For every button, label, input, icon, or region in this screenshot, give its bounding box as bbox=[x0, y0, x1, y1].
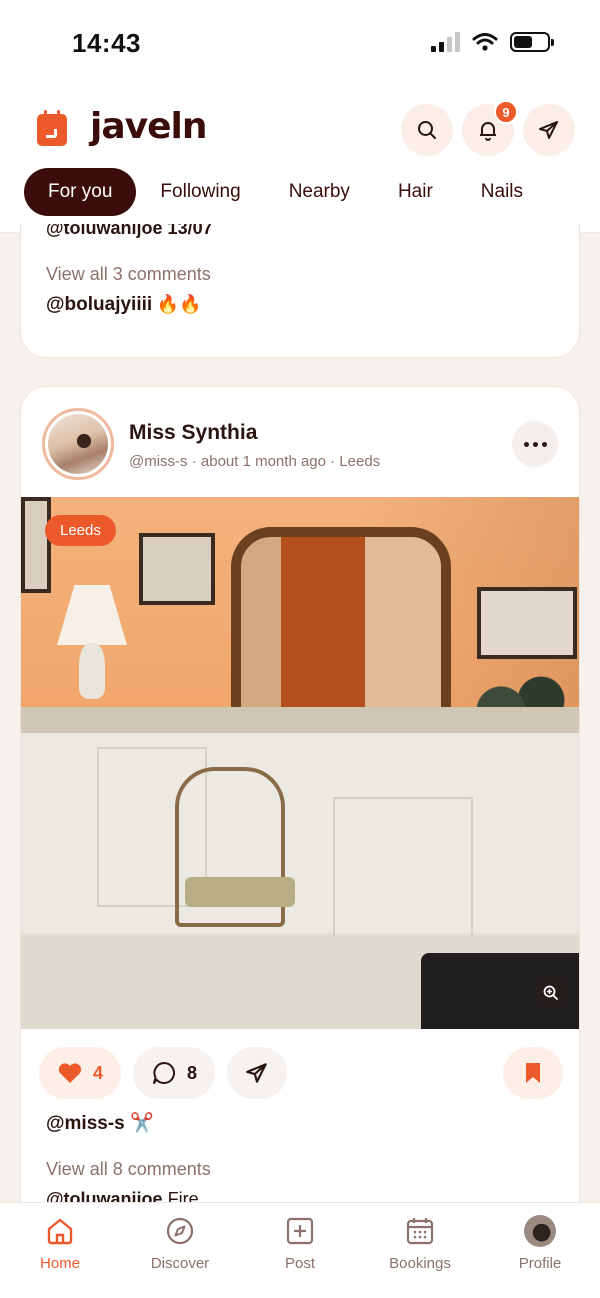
app-header: javeln 9 For you Following Nearby Hair N… bbox=[0, 88, 600, 233]
author-avatar[interactable] bbox=[42, 408, 114, 480]
more-options-button[interactable] bbox=[512, 421, 558, 467]
zoom-in-icon bbox=[543, 985, 558, 1000]
tab-nearby[interactable]: Nearby bbox=[265, 168, 374, 216]
previous-post-card: @toluwanijoe 13/07 View all 3 comments @… bbox=[20, 224, 580, 358]
post-caption: @miss-s ✂️ bbox=[46, 1111, 154, 1135]
nav-profile[interactable]: Profile bbox=[480, 1203, 600, 1298]
nav-label: Discover bbox=[150, 1255, 210, 1272]
notifications-button[interactable]: 9 bbox=[462, 100, 518, 156]
post-image[interactable]: Leeds bbox=[21, 497, 579, 1029]
save-button[interactable] bbox=[503, 1047, 563, 1099]
author-name[interactable]: Miss Synthia bbox=[129, 421, 257, 445]
bell-icon bbox=[480, 122, 496, 141]
caption-text: ✂️ bbox=[130, 1112, 154, 1134]
tab-nails[interactable]: Nails bbox=[457, 168, 547, 216]
location-tag[interactable]: Leeds bbox=[45, 515, 116, 546]
tab-hair[interactable]: Hair bbox=[374, 168, 457, 216]
like-button[interactable]: 4 bbox=[39, 1047, 121, 1099]
view-comments-link[interactable]: View all 3 comments bbox=[46, 264, 211, 285]
tab-for-you[interactable]: For you bbox=[24, 168, 137, 216]
nav-label: Post bbox=[284, 1255, 315, 1272]
calendar-icon bbox=[406, 1218, 434, 1245]
nav-post[interactable]: Post bbox=[240, 1203, 360, 1298]
nav-discover[interactable]: Discover bbox=[120, 1203, 240, 1298]
post-card: Miss Synthia @miss-s · about 1 month ago… bbox=[20, 386, 580, 1226]
heart-icon bbox=[58, 1063, 82, 1083]
like-count: 4 bbox=[92, 1062, 103, 1083]
post-actions: 4 8 bbox=[39, 1047, 563, 1099]
comment-username[interactable]: @boluajyiiii bbox=[46, 294, 152, 315]
battery-icon bbox=[510, 32, 554, 52]
comment-text: 🔥🔥 bbox=[156, 294, 202, 315]
feed-tabs: For you Following Nearby Hair Nails bbox=[24, 168, 547, 216]
compass-icon bbox=[166, 1217, 194, 1245]
nav-label: Profile bbox=[518, 1255, 562, 1272]
nav-home[interactable]: Home bbox=[0, 1203, 120, 1298]
signal-icon bbox=[431, 32, 460, 52]
author-meta: @miss-s · about 1 month ago · Leeds bbox=[129, 453, 381, 470]
search-icon bbox=[418, 121, 436, 139]
messages-button[interactable] bbox=[523, 104, 575, 156]
comment-count: 8 bbox=[186, 1062, 197, 1083]
status-bar: 14:43 bbox=[0, 0, 600, 88]
send-icon bbox=[246, 1063, 267, 1083]
comment-button[interactable]: 8 bbox=[133, 1047, 215, 1099]
view-comments-link[interactable]: View all 8 comments bbox=[46, 1159, 211, 1180]
nav-label: Bookings bbox=[389, 1255, 451, 1272]
notification-badge: 9 bbox=[494, 100, 518, 124]
share-button[interactable] bbox=[227, 1047, 287, 1099]
tab-following[interactable]: Following bbox=[136, 168, 264, 216]
brand-name: javeln bbox=[90, 106, 207, 147]
zoom-button[interactable] bbox=[535, 977, 567, 1009]
avatar bbox=[524, 1215, 556, 1247]
nav-label: Home bbox=[39, 1255, 80, 1272]
cut-comment: @toluwanijoe 13/07 bbox=[46, 224, 213, 238]
caption-username[interactable]: @miss-s bbox=[46, 1113, 125, 1134]
home-icon bbox=[47, 1218, 73, 1245]
send-icon bbox=[539, 121, 558, 139]
plus-square-icon bbox=[286, 1217, 314, 1245]
nav-bookings[interactable]: Bookings bbox=[360, 1203, 480, 1298]
logo-calendar-icon bbox=[37, 110, 67, 146]
status-icons bbox=[431, 32, 554, 52]
bookmark-icon bbox=[526, 1063, 540, 1083]
bottom-nav: Home Discover Post Bookings Profile bbox=[0, 1202, 600, 1298]
wifi-icon bbox=[472, 33, 498, 51]
comment-icon bbox=[152, 1062, 175, 1084]
status-time: 14:43 bbox=[72, 28, 141, 58]
search-button[interactable] bbox=[401, 104, 453, 156]
